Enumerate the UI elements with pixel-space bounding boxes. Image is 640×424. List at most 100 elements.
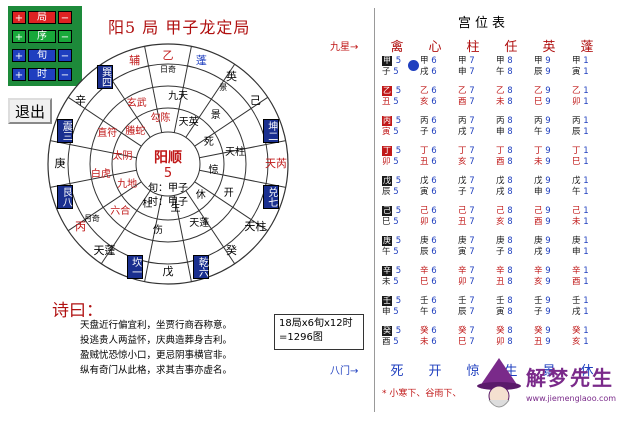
palace-cell[interactable]: 己 7丑 7 bbox=[458, 206, 475, 228]
wheel-inner-label: 六合 bbox=[110, 206, 131, 218]
palace-cell[interactable]: 丙 9午 9 bbox=[534, 116, 551, 138]
palace-cell[interactable]: 丙 8申 8 bbox=[496, 116, 513, 138]
palace-cell-zhi: 卯 1 bbox=[572, 97, 589, 107]
palace-cell[interactable]: 辛 6巳 6 bbox=[420, 266, 437, 288]
palace-cell[interactable]: 乙 5丑 5 bbox=[382, 86, 401, 108]
palace-cell[interactable]: 甲 9辰 9 bbox=[534, 56, 551, 78]
palace-cell[interactable]: 丁 6丑 6 bbox=[420, 146, 437, 168]
palace-cell[interactable]: 己 6卯 6 bbox=[420, 206, 437, 228]
palace-cell-gan: 甲 7 bbox=[458, 56, 475, 66]
palace-cell[interactable]: 己 9酉 9 bbox=[534, 206, 551, 228]
xu-plus-button[interactable]: + bbox=[12, 30, 26, 43]
palace-cell[interactable]: 丙 7戌 7 bbox=[458, 116, 475, 138]
palace-cell-gan: 丙 1 bbox=[572, 116, 589, 126]
palace-cell[interactable]: 甲 6戌 6 bbox=[420, 56, 437, 78]
xun-plus-button[interactable]: + bbox=[12, 49, 26, 62]
palace-cell[interactable]: 辛 8丑 8 bbox=[496, 266, 513, 288]
palace-cell[interactable]: 丙 6子 6 bbox=[420, 116, 437, 138]
palace-cell[interactable]: 戊 5辰 5 bbox=[382, 176, 401, 198]
palace-cell-gan: 壬 5 bbox=[382, 296, 402, 306]
poem-line: 天盘近行偏宜利，坐贾行商吞称意。 bbox=[80, 320, 233, 331]
palace-cell-gan: 壬 1 bbox=[572, 296, 589, 306]
palace-cell[interactable]: 己 1未 1 bbox=[572, 206, 589, 228]
wheel-outer-label: 兑七 bbox=[262, 185, 279, 210]
palace-cell[interactable]: 庚 6辰 6 bbox=[420, 236, 437, 258]
palace-cell[interactable]: 甲 1寅 1 bbox=[572, 56, 589, 78]
shi-plus-button[interactable]: + bbox=[12, 68, 26, 81]
palace-cell[interactable]: 戊 9申 9 bbox=[534, 176, 551, 198]
palace-cell[interactable]: 己 8亥 8 bbox=[496, 206, 513, 228]
palace-cell-gan: 庚 1 bbox=[572, 236, 589, 246]
palace-cell[interactable]: 辛 7卯 7 bbox=[458, 266, 475, 288]
palace-cell-gan: 丙 8 bbox=[496, 116, 513, 126]
palace-cell[interactable]: 癸 6未 6 bbox=[420, 326, 437, 348]
calc-box: 18局x6旬x12时 =1296图 bbox=[274, 314, 364, 350]
palace-cell[interactable]: 庚 1申 1 bbox=[572, 236, 589, 258]
star-header-cell: 英 bbox=[542, 40, 556, 55]
palace-cell[interactable]: 丁 9未 9 bbox=[534, 146, 551, 168]
palace-cell[interactable]: 壬 8寅 8 bbox=[496, 296, 513, 318]
palace-cell-zhi: 申 1 bbox=[572, 247, 589, 257]
palace-cell[interactable]: 戊 1午 1 bbox=[572, 176, 589, 198]
palace-cell[interactable]: 庚 5午 5 bbox=[382, 236, 401, 258]
palace-cell[interactable]: 癸 1亥 1 bbox=[572, 326, 589, 348]
palace-cell-zhi: 午 5 bbox=[382, 247, 399, 257]
palace-cell-gan: 甲 9 bbox=[534, 56, 551, 66]
palace-cell[interactable]: 丙 5寅 5 bbox=[382, 116, 401, 138]
palace-cell[interactable]: 丁 7亥 7 bbox=[458, 146, 475, 168]
palace-cell[interactable]: 辛 9亥 9 bbox=[534, 266, 551, 288]
palace-cell-zhi: 卯 8 bbox=[496, 337, 513, 347]
palace-cell-zhi: 辰 7 bbox=[458, 307, 475, 317]
poem: 天盘近行偏宜利，坐贾行商吞称意。 投逃贵人两益怀，庆典造葬身吉利。 盈贼忧恐惊小… bbox=[80, 318, 260, 378]
bamen-label: 八门→ bbox=[330, 366, 359, 377]
wheel-outer-label: 戊 bbox=[162, 265, 174, 278]
palace-cell[interactable]: 丙 1辰 1 bbox=[572, 116, 589, 138]
palace-cell[interactable]: 戊 8戌 8 bbox=[496, 176, 513, 198]
palace-cell-gan: 己 8 bbox=[496, 206, 513, 216]
palace-cell[interactable]: 乙 6亥 6 bbox=[420, 86, 437, 108]
palace-cell[interactable]: 丁 5卯 5 bbox=[382, 146, 401, 168]
palace-cell[interactable]: 癸 5酉 5 bbox=[382, 326, 401, 348]
palace-cell-zhi: 寅 6 bbox=[420, 187, 437, 197]
palace-cell[interactable]: 壬 5申 5 bbox=[382, 296, 401, 318]
wheel-inner-label: 白虎 bbox=[90, 169, 111, 181]
palace-cell[interactable]: 庚 7寅 7 bbox=[458, 236, 475, 258]
palace-cell-zhi: 戌 9 bbox=[534, 247, 551, 257]
wheel-outer-label: 英 bbox=[225, 69, 237, 83]
palace-cell[interactable]: 乙 1卯 1 bbox=[572, 86, 589, 108]
palace-cell[interactable]: 戊 7子 7 bbox=[458, 176, 475, 198]
ju-minus-button[interactable]: − bbox=[58, 11, 72, 24]
palace-cell[interactable]: 甲 8午 8 bbox=[496, 56, 513, 78]
palace-cell[interactable]: 甲 5子 5 bbox=[382, 56, 401, 78]
palace-cell[interactable]: 己 5巳 5 bbox=[382, 206, 401, 228]
wheel-inner-label: 九地 bbox=[117, 179, 138, 191]
palace-cell[interactable]: 丁 1巳 1 bbox=[572, 146, 589, 168]
palace-cell-zhi: 未 8 bbox=[496, 97, 513, 107]
palace-cell[interactable]: 乙 8未 8 bbox=[496, 86, 513, 108]
palace-cell-gan: 辛 6 bbox=[420, 266, 437, 276]
palace-cell[interactable]: 庚 8子 8 bbox=[496, 236, 513, 258]
palace-cell[interactable]: 癸 9丑 9 bbox=[534, 326, 551, 348]
palace-cell-zhi: 丑 6 bbox=[420, 157, 437, 167]
palace-cell[interactable]: 癸 7巳 7 bbox=[458, 326, 475, 348]
palace-cell[interactable]: 壬 9子 9 bbox=[534, 296, 551, 318]
palace-cell[interactable]: 辛 5未 5 bbox=[382, 266, 401, 288]
palace-cell[interactable]: 壬 1戌 1 bbox=[572, 296, 589, 318]
palace-cell[interactable]: 丁 8酉 8 bbox=[496, 146, 513, 168]
palace-cell[interactable]: 乙 7酉 7 bbox=[458, 86, 475, 108]
palace-cell[interactable]: 壬 7辰 7 bbox=[458, 296, 475, 318]
palace-cell[interactable]: 壬 6午 6 bbox=[420, 296, 437, 318]
palace-cell-gan: 庚 8 bbox=[496, 236, 513, 246]
palace-cell[interactable]: 癸 8卯 8 bbox=[496, 326, 513, 348]
palace-cell[interactable]: 辛 1酉 1 bbox=[572, 266, 589, 288]
palace-cell[interactable]: 甲 7申 7 bbox=[458, 56, 475, 78]
palace-cell-zhi: 申 5 bbox=[382, 307, 399, 317]
palace-cell-zhi: 寅 5 bbox=[382, 127, 399, 137]
palace-cell-gan: 丁 7 bbox=[458, 146, 475, 156]
palace-cell[interactable]: 庚 9戌 9 bbox=[534, 236, 551, 258]
ju-plus-button[interactable]: + bbox=[12, 11, 26, 24]
wheel-inner-label: 直符 bbox=[97, 127, 118, 139]
palace-cell[interactable]: 戊 6寅 6 bbox=[420, 176, 437, 198]
wheel-outer-label: 艮八 bbox=[57, 185, 74, 210]
palace-cell[interactable]: 乙 9巳 9 bbox=[534, 86, 551, 108]
